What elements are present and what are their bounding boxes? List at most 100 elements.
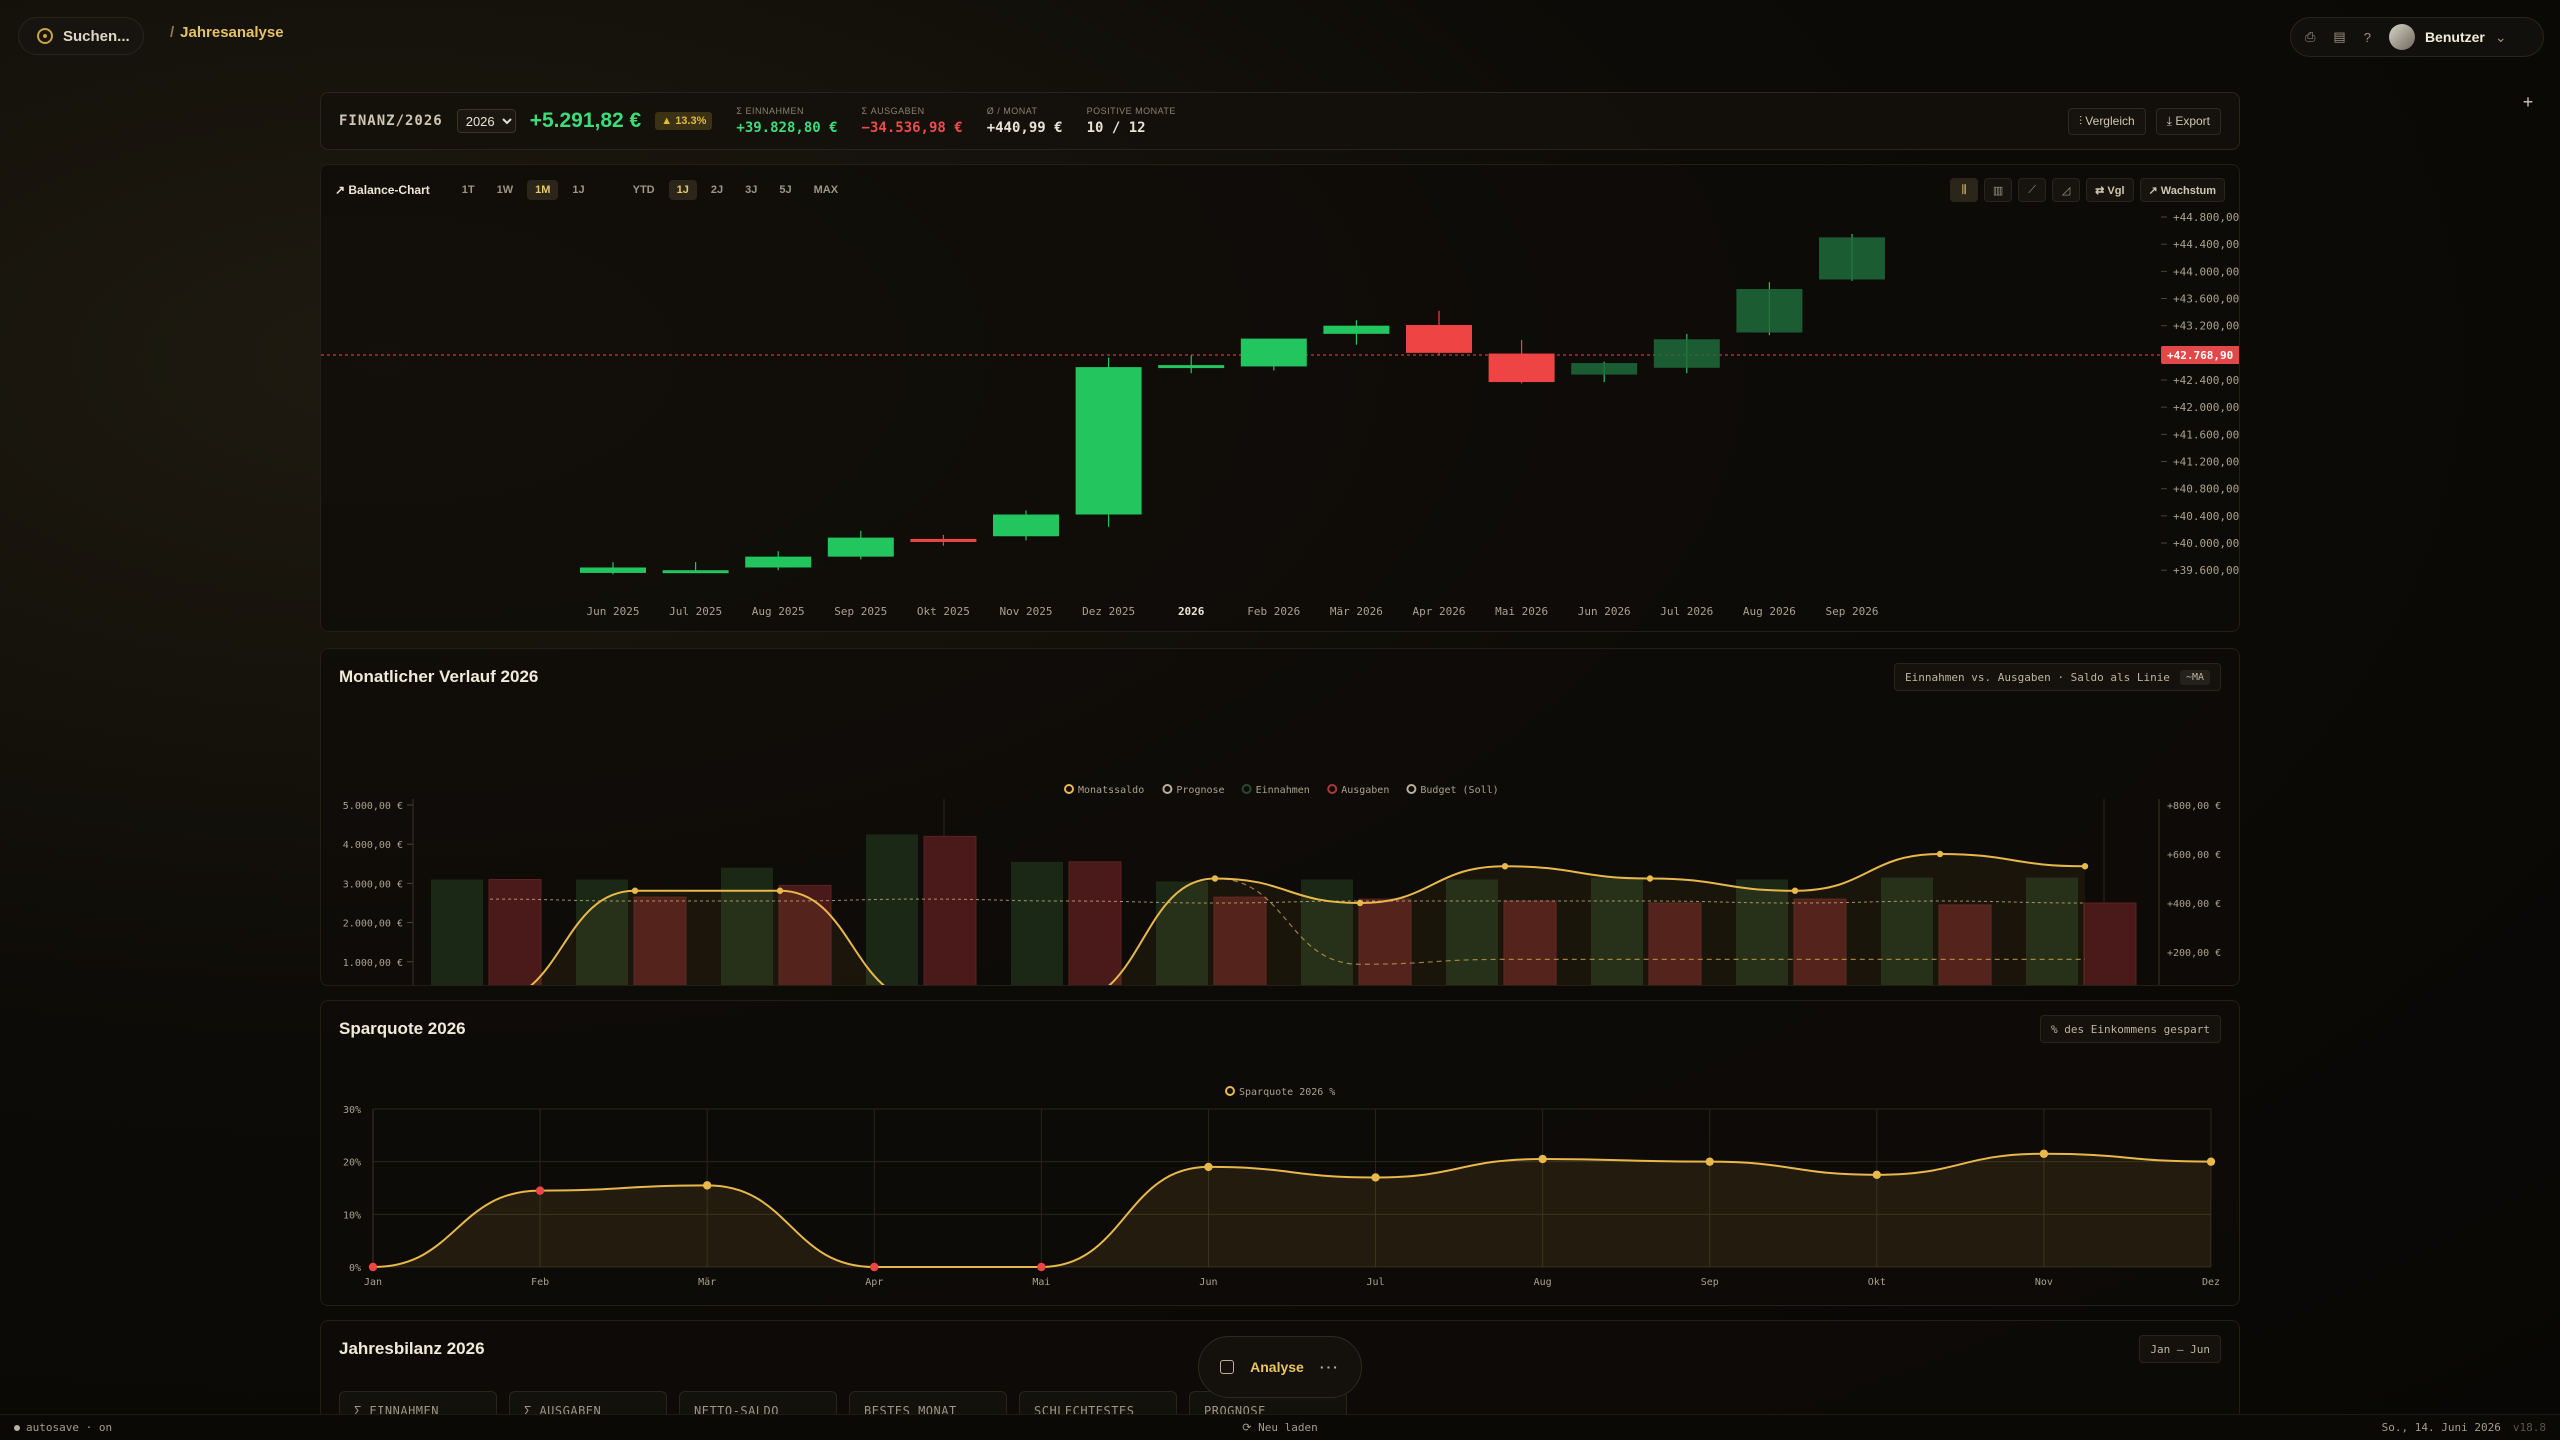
kpi-income-value: +39.828,80 €: [736, 120, 838, 136]
kpi-positive-months-value: 10 / 12: [1086, 120, 1146, 136]
saldo-point: [631, 887, 639, 894]
kpi-positive-months: POSITIVE MONATE 10 / 12: [1087, 106, 1176, 136]
kpi-income: Σ EINNAHMEN +39.828,80 €: [736, 106, 837, 136]
y-left-tick-label: 3.000,00 €: [343, 879, 403, 890]
add-widget-button[interactable]: +: [2514, 88, 2542, 116]
savings-point: [2206, 1157, 2216, 1166]
candle-body: [1323, 325, 1390, 334]
candle: [1406, 310, 1472, 356]
reload-button[interactable]: ⟳ Neu laden: [1242, 1421, 1317, 1434]
candle: [1240, 338, 1307, 371]
y-tick-label: +44.000,00 €: [2173, 265, 2239, 278]
annual-range-text: Jan – Jun: [2150, 1342, 2210, 1356]
legend-label: Prognose: [1176, 785, 1224, 796]
x-tick-label: Mär 2026: [1330, 605, 1383, 618]
export-button[interactable]: ⤓ Export: [2155, 107, 2221, 135]
status-date: So., 14. Juni 2026: [2381, 1421, 2501, 1434]
user-menu[interactable]: Benutzer ⌄: [2388, 24, 2507, 50]
analysis-fab[interactable]: Analyse ···: [1198, 1336, 1362, 1398]
x-tick-label: Mai: [1032, 1277, 1050, 1288]
more-icon[interactable]: ···: [1320, 1359, 1340, 1375]
tf-1t[interactable]: 1T: [454, 180, 483, 200]
y-tick-label: +43.200,00 €: [2173, 320, 2239, 333]
annual-range[interactable]: Jan – Jun: [2139, 1335, 2221, 1363]
x-tick-label: Nov 2025: [1000, 605, 1053, 618]
line-chart-icon[interactable]: ⟋: [2018, 178, 2047, 202]
y-tick-label: +43.600,00 €: [2173, 293, 2239, 306]
legend-label: Einnahmen: [1256, 785, 1310, 796]
status-dot-icon: [14, 1424, 20, 1431]
range-5j[interactable]: 5J: [771, 180, 799, 200]
candle: [910, 534, 977, 546]
x-tick-label: Jul 2025: [669, 605, 722, 618]
tf-1j[interactable]: 1J: [564, 180, 592, 200]
y-left-tick-label: 2.000,00 €: [343, 919, 403, 930]
candle-body: [1406, 325, 1472, 353]
year-select[interactable]: 2026: [456, 109, 516, 133]
savings-point: [1872, 1170, 1882, 1180]
x-tick-label: Nov: [2035, 1277, 2053, 1288]
savings-panel: Sparquote 2026 % des Einkommens gespart …: [320, 1000, 2240, 1306]
area-chart-icon[interactable]: ◿: [2052, 178, 2081, 202]
candlestick-icon[interactable]: ⫼: [1950, 178, 1979, 202]
candle: [993, 510, 1059, 541]
balance-candlestick-chart[interactable]: +44.800,00 € +44.400,00 € +44.000,00 € +43.…: [321, 211, 2239, 631]
candle: [1488, 339, 1555, 384]
savings-point: [1204, 1162, 1213, 1172]
search-button[interactable]: Suchen...: [18, 17, 144, 55]
compare-toggle[interactable]: ⇄ Vgl: [2086, 178, 2134, 202]
y-tick-label: +40.000,00 €: [2173, 537, 2239, 550]
x-tick-label: Sep: [1701, 1277, 1719, 1288]
search-icon: [37, 28, 53, 44]
saldo-point: [1646, 875, 1654, 882]
candle-body: [580, 567, 646, 573]
tf-1w[interactable]: 1W: [489, 180, 522, 200]
y-right-tick-label: +400,00 €: [2167, 899, 2221, 910]
compare-button[interactable]: ⫶ Vergleich: [2067, 107, 2146, 135]
bar-income: [866, 834, 918, 985]
savings-badge: % des Einkommens gespart: [2040, 1015, 2221, 1043]
summary-bar: FINANZ/2026 2026 +5.291,82 € ▲ 13.3% Σ E…: [320, 92, 2240, 150]
candle-body: [1158, 365, 1225, 369]
ma-toggle[interactable]: ~MA: [2179, 669, 2210, 685]
candle: [662, 562, 729, 574]
range-2j[interactable]: 2J: [703, 180, 731, 200]
monthly-title: Monatlicher Verlauf 2026: [339, 667, 539, 686]
candle-body: [1488, 353, 1555, 383]
x-tick-label: Aug: [1534, 1277, 1552, 1288]
range-3j[interactable]: 3J: [737, 180, 765, 200]
tf-1m[interactable]: 1M: [527, 180, 559, 200]
savings-point: [1705, 1157, 1714, 1166]
savings-point: [535, 1186, 545, 1195]
x-tick-label: Okt: [1868, 1277, 1886, 1288]
candle: [745, 551, 812, 571]
status-bar: autosave · on ⟳ Neu laden So., 14. Juni …: [0, 1414, 2560, 1440]
kpi-expenses: Σ AUSGABEN −34.536,98 €: [862, 106, 963, 136]
help-icon[interactable]: ?: [2364, 30, 2371, 45]
document-icon[interactable]: ▤: [2333, 29, 2345, 45]
kpi-expenses-label: Σ AUSGABEN: [861, 106, 925, 116]
candle: [1736, 282, 1803, 336]
balance-toolbar: ↗ Balance-Chart 1T 1W 1M 1J YTD 1J 2J 3J…: [335, 177, 2225, 203]
range-max[interactable]: MAX: [806, 180, 846, 200]
range-1j[interactable]: 1J: [668, 180, 697, 200]
range-ytd[interactable]: YTD: [625, 180, 663, 200]
candle: [1571, 361, 1638, 383]
candle: [1323, 320, 1390, 345]
bar-chart-icon[interactable]: ▥: [1984, 178, 2013, 202]
print-icon[interactable]: ⎙: [2305, 29, 2315, 45]
y-left-tick-label: 5.000,00 €: [343, 801, 403, 812]
y-tick-label: +40.800,00 €: [2173, 483, 2239, 496]
growth-toggle[interactable]: ↗ Wachstum: [2139, 178, 2225, 202]
y-tick-label: +44.800,00 €: [2173, 211, 2239, 224]
x-tick-label: Apr: [865, 1277, 883, 1288]
breadcrumb-current[interactable]: Jahresanalyse: [180, 24, 283, 41]
monthly-bar-chart[interactable]: Monatssaldo Prognose Einnahmen Ausgaben Budg…: [321, 705, 2239, 985]
balance-chart-panel: ↗ Balance-Chart 1T 1W 1M 1J YTD 1J 2J 3J…: [320, 164, 2240, 632]
savings-point: [870, 1262, 879, 1272]
saldo-point: [2081, 863, 2089, 870]
y-left-tick-label: 4.000,00 €: [343, 840, 403, 851]
savings-area-chart[interactable]: Sparquote 2026 % 30% 20% 10% 0%Jan Feb Mär Apr M…: [321, 1057, 2239, 1307]
x-tick-label: Feb: [531, 1277, 549, 1288]
monthly-badge[interactable]: Einnahmen vs. Ausgaben · Saldo als Linie…: [1894, 663, 2221, 691]
